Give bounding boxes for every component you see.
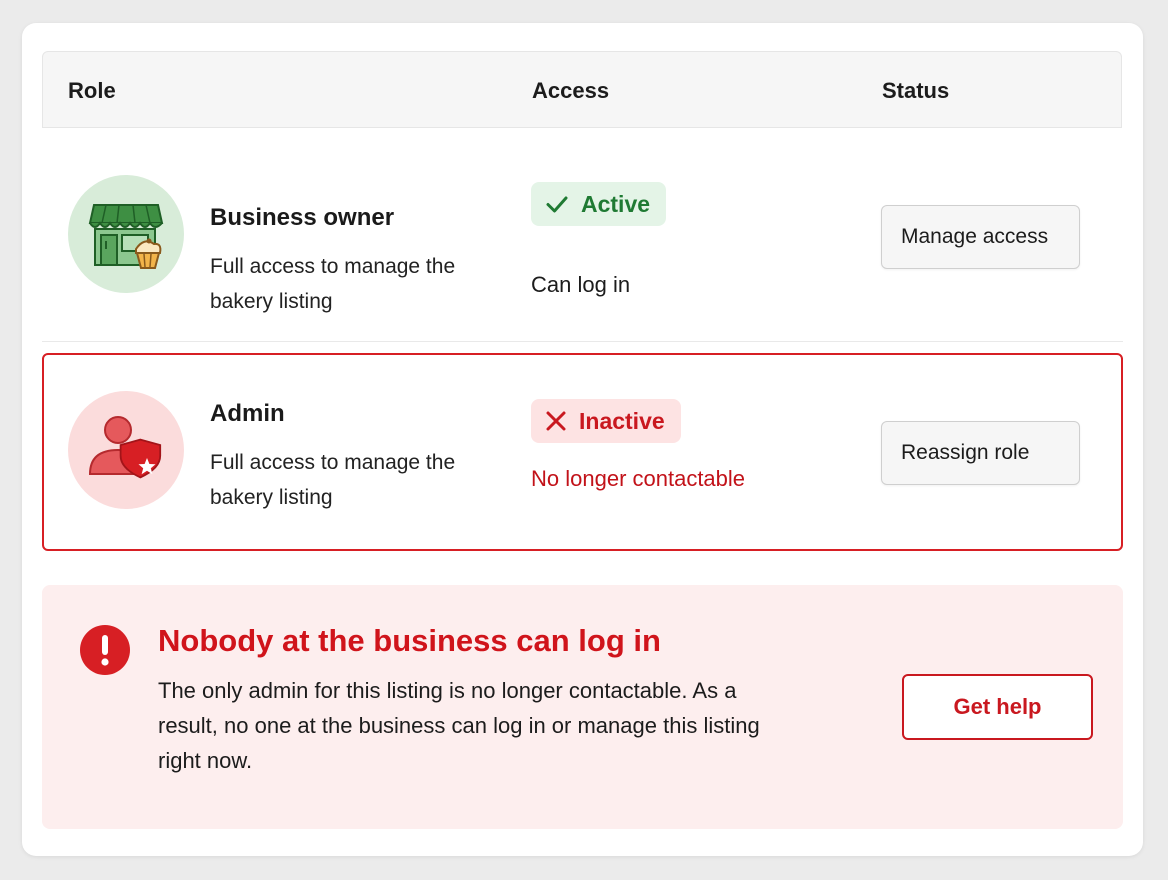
role-name: Business owner bbox=[210, 204, 395, 231]
get-help-button[interactable]: Get help bbox=[902, 674, 1093, 740]
alert-banner: Nobody at the business can log in The on… bbox=[42, 585, 1123, 829]
table-row-business-owner: Business owner Full access to manage the… bbox=[42, 128, 1123, 342]
role-description: Full access to manage the bakery listing bbox=[210, 255, 456, 313]
user-shield-icon bbox=[68, 391, 184, 509]
manage-access-button[interactable]: Manage access bbox=[881, 205, 1080, 269]
roles-card: Role Access Status Business owner Full a… bbox=[22, 23, 1143, 856]
alert-body: The only admin for this listing is no lo… bbox=[158, 678, 760, 773]
checkmark-icon bbox=[545, 192, 569, 216]
storefront-with-cupcake-icon bbox=[68, 175, 184, 293]
column-header-role: Role bbox=[68, 78, 116, 103]
column-header-status: Status bbox=[882, 78, 950, 103]
access-note: No longer contactable bbox=[531, 466, 746, 491]
access-note: Can log in bbox=[531, 272, 631, 297]
alert-title: Nobody at the business can log in bbox=[158, 623, 661, 658]
role-description: Full access to manage the bakery listing bbox=[210, 451, 456, 509]
x-icon bbox=[545, 410, 567, 432]
access-badge-label: Active bbox=[581, 190, 651, 217]
access-badge-active: Active bbox=[531, 182, 667, 226]
role-name: Admin bbox=[210, 400, 285, 427]
exclamation-circle-icon bbox=[80, 625, 130, 680]
column-header-access: Access bbox=[532, 78, 610, 103]
table-header: Role Access Status bbox=[42, 51, 1122, 128]
table-row-admin: Admin Full access to manage the bakery l… bbox=[42, 353, 1123, 551]
access-badge-inactive: Inactive bbox=[531, 399, 681, 443]
reassign-role-button[interactable]: Reassign role bbox=[881, 421, 1080, 485]
access-badge-label: Inactive bbox=[579, 407, 665, 434]
